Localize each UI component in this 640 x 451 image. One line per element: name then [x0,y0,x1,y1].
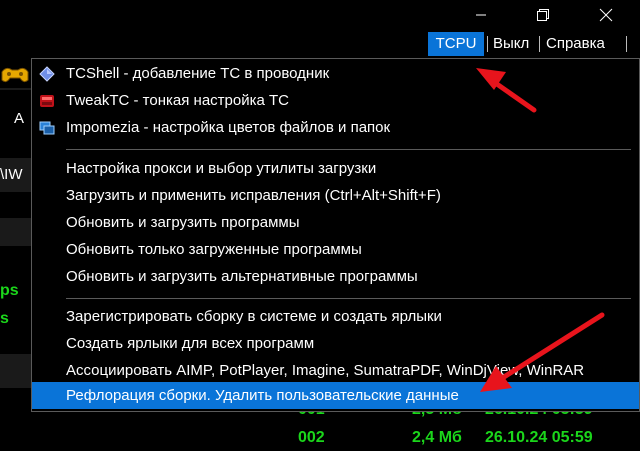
menu-item-reflorate-build[interactable]: Рефлорация сборки. Удалить пользовательс… [32,382,639,409]
menu-tcpu[interactable]: TCPU [428,32,484,56]
menu-off[interactable]: Выкл [487,32,535,56]
menu-item-tcshell[interactable]: TCShell - добавление TC в проводник [32,60,639,87]
tweaktc-icon [40,95,54,107]
menu-help[interactable]: Справка [540,32,611,56]
menu-separator [626,36,627,52]
close-icon [599,8,613,22]
menu-item-label: Impomezia - настройка цветов файлов и па… [66,119,391,136]
menu-item-associate-programs[interactable]: Ассоциировать AIMP, PotPlayer, Imagine, … [32,357,639,384]
menu-separator [66,149,631,150]
close-button[interactable] [583,0,629,30]
file-row-2-size: 2,4 Мб [412,429,462,446]
menu-item-apply-fixes[interactable]: Загрузить и применить исправления (Ctrl+… [32,182,639,209]
toolbar-icon-strip [0,62,30,88]
background-fragment-ps: ps [0,282,19,299]
menu-item-update-alternative[interactable]: Обновить и загрузить альтернативные прог… [32,263,639,290]
title-bar [0,0,640,30]
minimize-button[interactable] [458,0,504,30]
file-row-2-name[interactable]: 002 [298,429,325,447]
menu-separator [66,298,631,299]
menu-item-impomezia[interactable]: Impomezia - настройка цветов файлов и па… [32,114,639,141]
background-fragment-s: s [0,310,9,327]
windows-icon [39,121,55,135]
menu-item-label: Рефлорация сборки. Удалить пользовательс… [66,387,459,404]
gamepad-icon [1,67,29,83]
menu-item-label: Загрузить и применить исправления (Ctrl+… [66,187,441,204]
menu-item-label: Обновить и загрузить программы [66,214,300,231]
background-fragment-path: \IW [0,166,23,183]
menu-item-update-downloaded[interactable]: Обновить только загруженные программы [32,236,639,263]
menu-item-label: TweakTC - тонкая настройка TC [66,92,289,109]
menu-item-register-build[interactable]: Зарегистрировать сборку в системе и созд… [32,303,639,330]
menu-item-tweaktc[interactable]: TweakTC - тонкая настройка TC [32,87,639,114]
menu-item-label: Ассоциировать AIMP, PotPlayer, Imagine, … [66,362,585,379]
file-row-2-date: 26.10.24 05:59 [485,429,593,446]
tcpu-dropdown-menu: TCShell - добавление TC в проводник Twea… [31,58,640,412]
menu-item-label: Зарегистрировать сборку в системе и созд… [66,308,442,325]
menu-item-create-shortcuts[interactable]: Создать ярлыки для всех программ [32,330,639,357]
restore-button[interactable] [520,0,566,30]
menu-item-label: Обновить и загрузить альтернативные прог… [66,268,418,285]
menu-item-label: Обновить только загруженные программы [66,241,362,258]
menu-item-update-download[interactable]: Обновить и загрузить программы [32,209,639,236]
menu-item-label: Создать ярлыки для всех программ [66,335,315,352]
restore-icon [537,9,549,21]
minimize-icon [476,14,486,16]
diamond-icon [39,66,55,82]
background-fragment-a: A [14,110,25,127]
menu-item-label: TCShell - добавление TC в проводник [66,65,330,82]
menu-item-label: Настройка прокси и выбор утилиты загрузк… [66,160,377,177]
menu-bar: TCPU Выкл Справка [0,30,640,58]
menu-item-proxy-settings[interactable]: Настройка прокси и выбор утилиты загрузк… [32,155,639,182]
